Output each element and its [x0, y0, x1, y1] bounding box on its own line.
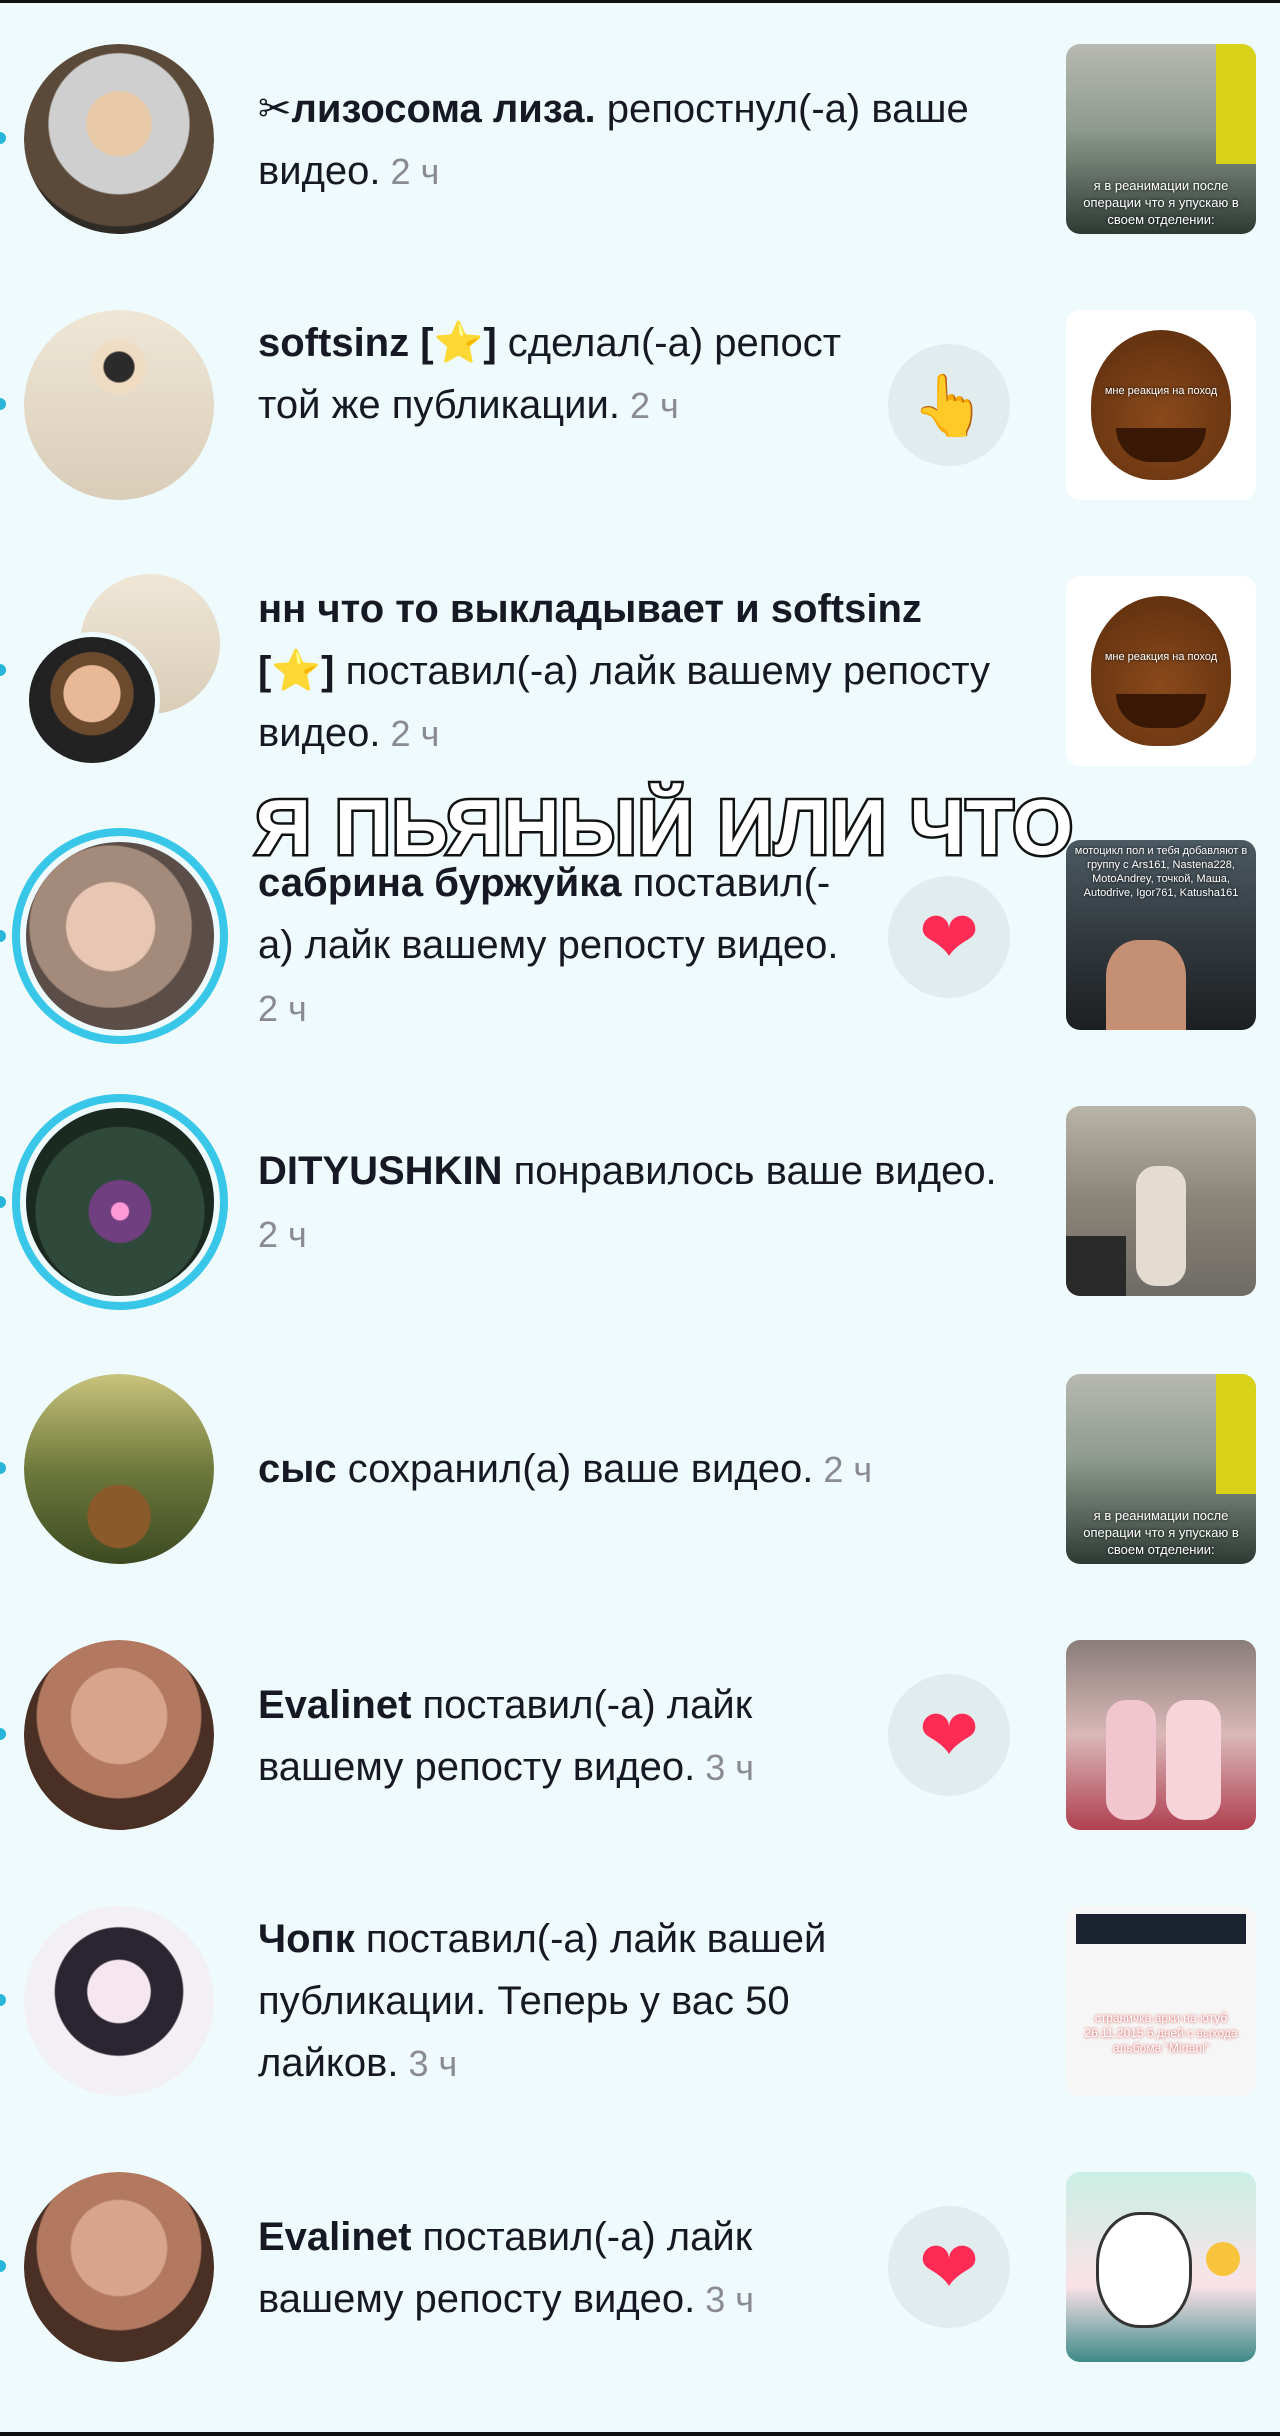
thumbnail-caption: мне реакция на поход	[1104, 651, 1218, 663]
unread-dot	[0, 132, 6, 144]
pointing-hand-icon[interactable]: 👆	[888, 344, 1010, 466]
timestamp: 3 ч	[695, 1747, 755, 1788]
thumbnail-caption: мотоцикл пол и тебя добавляют в группу с…	[1074, 845, 1248, 899]
timestamp: 3 ч	[695, 2279, 755, 2320]
timestamp: 3 ч	[398, 2043, 458, 2084]
notification-row[interactable]: DITYUSHKIN понравилось ваше видео. 2 ч	[0, 1094, 1280, 1314]
notification-text: сабрина буржуйка поставил(-а) лайк вашем…	[258, 861, 839, 1029]
video-thumbnail[interactable]: мне реакция на поход	[1066, 310, 1256, 500]
timestamp: 2 ч	[258, 1214, 307, 1255]
user-avatar	[24, 632, 160, 768]
unread-dot	[0, 398, 6, 410]
thumbnail-caption: страничка арки на ютуб 26.11.2015 6 дней…	[1084, 2011, 1238, 2055]
unread-dot	[0, 664, 6, 676]
unread-dot	[0, 1196, 6, 1208]
timestamp: 2 ч	[380, 151, 440, 192]
heart-icon[interactable]: ❤	[888, 1674, 1010, 1796]
user-avatar-story[interactable]	[12, 828, 228, 1044]
username-link[interactable]: Чопк	[258, 1917, 355, 1961]
video-thumbnail[interactable]	[1066, 1106, 1256, 1296]
notification-text: сыс сохранил(а) ваше видео. 2 ч	[258, 1447, 873, 1491]
video-thumbnail[interactable]	[1066, 2172, 1256, 2362]
user-avatar[interactable]	[24, 310, 214, 500]
unread-dot	[0, 930, 6, 942]
notification-row[interactable]: Evalinet поставил(-а) лайк вашему репост…	[0, 2158, 1280, 2378]
bottom-border	[0, 2432, 1280, 2436]
timestamp: 2 ч	[380, 713, 440, 754]
user-avatar[interactable]	[24, 44, 214, 234]
notification-text: Чопк поставил(-а) лайк вашей публикации.…	[258, 1917, 827, 2085]
notification-row[interactable]: нн что то выкладывает и softsinz [⭐] пос…	[0, 562, 1280, 782]
username-link[interactable]: Evalinet	[258, 2215, 411, 2259]
username-link[interactable]: softsinz [⭐]	[258, 321, 497, 365]
unread-dot	[0, 1462, 6, 1474]
video-thumbnail[interactable]: я в реанимации после операции что я упус…	[1066, 1374, 1256, 1564]
heart-icon[interactable]: ❤	[888, 876, 1010, 998]
timestamp: 2 ч	[258, 988, 307, 1029]
thumbnail-caption: я в реанимации после операции что я упус…	[1083, 1508, 1239, 1557]
video-thumbnail[interactable]	[1066, 1640, 1256, 1830]
username-link[interactable]: сыс	[258, 1447, 337, 1491]
video-thumbnail[interactable]: мне реакция на поход	[1066, 576, 1256, 766]
thumbnail-caption: мне реакция на поход	[1104, 385, 1218, 397]
timestamp: 2 ч	[813, 1449, 873, 1490]
video-thumbnail[interactable]: я в реанимации после операции что я упус…	[1066, 44, 1256, 234]
notification-text: ✂лизосома лиза. репостнул(-а) ваше видео…	[258, 87, 969, 193]
notification-row[interactable]: Evalinet поставил(-а) лайк вашему репост…	[0, 1626, 1280, 1846]
video-thumbnail[interactable]: страничка арки на ютуб 26.11.2015 6 дней…	[1066, 1906, 1256, 2096]
unread-dot	[0, 2260, 6, 2272]
notification-row[interactable]: Чопк поставил(-а) лайк вашей публикации.…	[0, 1892, 1280, 2112]
username-link[interactable]: Evalinet	[258, 1683, 411, 1727]
user-avatar[interactable]	[24, 1374, 214, 1564]
notification-text: нн что то выкладывает и softsinz [⭐] пос…	[258, 587, 990, 755]
username-link[interactable]: ✂лизосома лиза.	[258, 87, 596, 131]
notification-text: Evalinet поставил(-а) лайк вашему репост…	[258, 1683, 755, 1789]
unread-dot	[0, 1994, 6, 2006]
unread-dot	[0, 1728, 6, 1740]
notification-row[interactable]: ✂лизосома лиза. репостнул(-а) ваше видео…	[0, 30, 1280, 250]
thumbnail-caption: я в реанимации после операции что я упус…	[1083, 178, 1239, 227]
notification-text: DITYUSHKIN понравилось ваше видео. 2 ч	[258, 1149, 997, 1255]
notification-text: softsinz [⭐] сделал(-а) репост той же пу…	[258, 321, 842, 427]
caption-overlay: Я ПЬЯНЫЙ ИЛИ ЧТО	[252, 781, 1075, 874]
video-thumbnail[interactable]: мотоцикл пол и тебя добавляют в группу с…	[1066, 840, 1256, 1030]
user-avatar-story[interactable]	[12, 1094, 228, 1310]
user-avatar[interactable]	[24, 1640, 214, 1830]
notification-text: Evalinet поставил(-а) лайк вашему репост…	[258, 2215, 755, 2321]
top-border	[0, 0, 1280, 3]
username-link[interactable]: DITYUSHKIN	[258, 1149, 502, 1193]
notification-row[interactable]: сыс сохранил(а) ваше видео. 2 ч я в реан…	[0, 1360, 1280, 1580]
user-avatar[interactable]	[24, 2172, 214, 2362]
user-avatar[interactable]	[24, 1906, 214, 2096]
timestamp: 2 ч	[619, 385, 679, 426]
heart-icon[interactable]: ❤	[888, 2206, 1010, 2328]
group-avatar[interactable]	[24, 574, 224, 774]
notification-row[interactable]: softsinz [⭐] сделал(-а) репост той же пу…	[0, 296, 1280, 516]
